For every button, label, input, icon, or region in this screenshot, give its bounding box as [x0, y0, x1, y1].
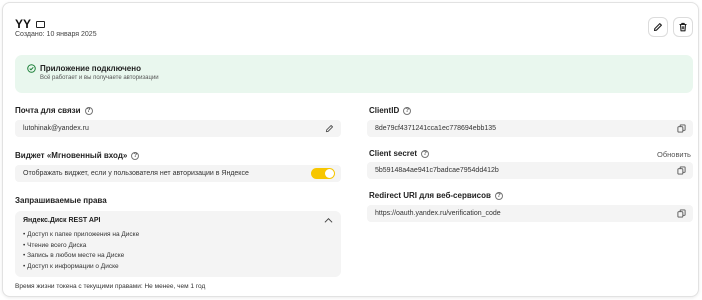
trash-icon [679, 22, 687, 32]
token-lifetime: Время жизни токена с текущими правами: Н… [15, 283, 206, 290]
permissions-group-title: Яндекс.Диск REST API [23, 217, 101, 224]
help-icon[interactable]: ? [421, 149, 430, 158]
status-title: Приложение подключено [40, 64, 141, 73]
client-id-label: ClientID ? [369, 106, 412, 115]
help-icon[interactable]: ? [84, 106, 93, 115]
permission-item: Чтение всего Диска [23, 241, 139, 252]
widget-toggle-text: Отображать виджет, если у пользователя н… [23, 170, 249, 177]
contact-email-value: lutohinak@yandex.ru [23, 125, 89, 132]
status-subtitle: Всё работает и вы получаете авторизации [40, 75, 159, 81]
widget-toggle[interactable] [311, 168, 335, 179]
help-icon[interactable]: ? [403, 106, 412, 115]
toggle-knob [325, 169, 334, 178]
contact-email-label: Почта для связи ? [15, 106, 93, 115]
copy-icon[interactable] [677, 166, 686, 175]
pencil-icon [653, 23, 662, 32]
monitor-icon [36, 21, 46, 28]
client-secret-field[interactable]: 5b59148a4ae941c7badcae7954dd412b [367, 162, 693, 179]
permissions-list: Доступ к папке приложения на Диске Чтени… [23, 230, 139, 272]
permission-item: Запись в любом месте на Диске [23, 251, 139, 262]
app-header: YY [15, 17, 46, 31]
delete-button[interactable] [673, 17, 693, 37]
client-secret-value: 5b59148a4ae941c7badcae7954dd412b [375, 167, 499, 174]
redirect-uri-label-text: Redirect URI для веб-сервисов [369, 191, 491, 200]
contact-email-field[interactable]: lutohinak@yandex.ru [15, 120, 341, 137]
permission-item: Доступ к информации о Диске [23, 262, 139, 273]
client-secret-label: Client secret ? [369, 149, 430, 158]
status-banner: Приложение подключено Всё работает и вы … [15, 55, 693, 93]
help-icon[interactable]: ? [494, 191, 503, 200]
widget-label-text: Виджет «Мгновенный вход» [15, 151, 128, 160]
created-date: Создано: 10 января 2025 [15, 31, 97, 38]
redirect-uri-field[interactable]: https://oauth.yandex.ru/verification_cod… [367, 205, 693, 222]
widget-toggle-row: Отображать виджет, если у пользователя н… [15, 165, 341, 182]
client-secret-label-text: Client secret [369, 149, 418, 158]
app-title: YY [15, 17, 32, 31]
chevron-up-icon[interactable] [324, 217, 333, 224]
edit-button[interactable] [648, 17, 668, 37]
help-icon[interactable]: ? [131, 151, 140, 160]
permissions-label-text: Запрашиваемые права [15, 196, 107, 205]
permissions-label: Запрашиваемые права [15, 196, 107, 205]
permissions-panel: Яндекс.Диск REST API Доступ к папке прил… [15, 211, 341, 277]
copy-icon[interactable] [677, 209, 686, 218]
pencil-icon[interactable] [325, 124, 334, 133]
redirect-uri-label: Redirect URI для веб-сервисов ? [369, 191, 503, 200]
renew-secret-link[interactable]: Обновить [657, 150, 691, 159]
client-id-value: 8de79cf4371241cca1ec778694ebb135 [375, 125, 497, 132]
redirect-uri-value: https://oauth.yandex.ru/verification_cod… [375, 210, 501, 217]
permission-item: Доступ к папке приложения на Диске [23, 230, 139, 241]
contact-email-label-text: Почта для связи [15, 106, 81, 115]
widget-label: Виджет «Мгновенный вход» ? [15, 151, 140, 160]
check-circle-icon [27, 64, 36, 73]
copy-icon[interactable] [677, 124, 686, 133]
client-id-label-text: ClientID [369, 106, 400, 115]
client-id-field[interactable]: 8de79cf4371241cca1ec778694ebb135 [367, 120, 693, 137]
app-card: YY Создано: 10 января 2025 Приложение по… [2, 2, 699, 297]
